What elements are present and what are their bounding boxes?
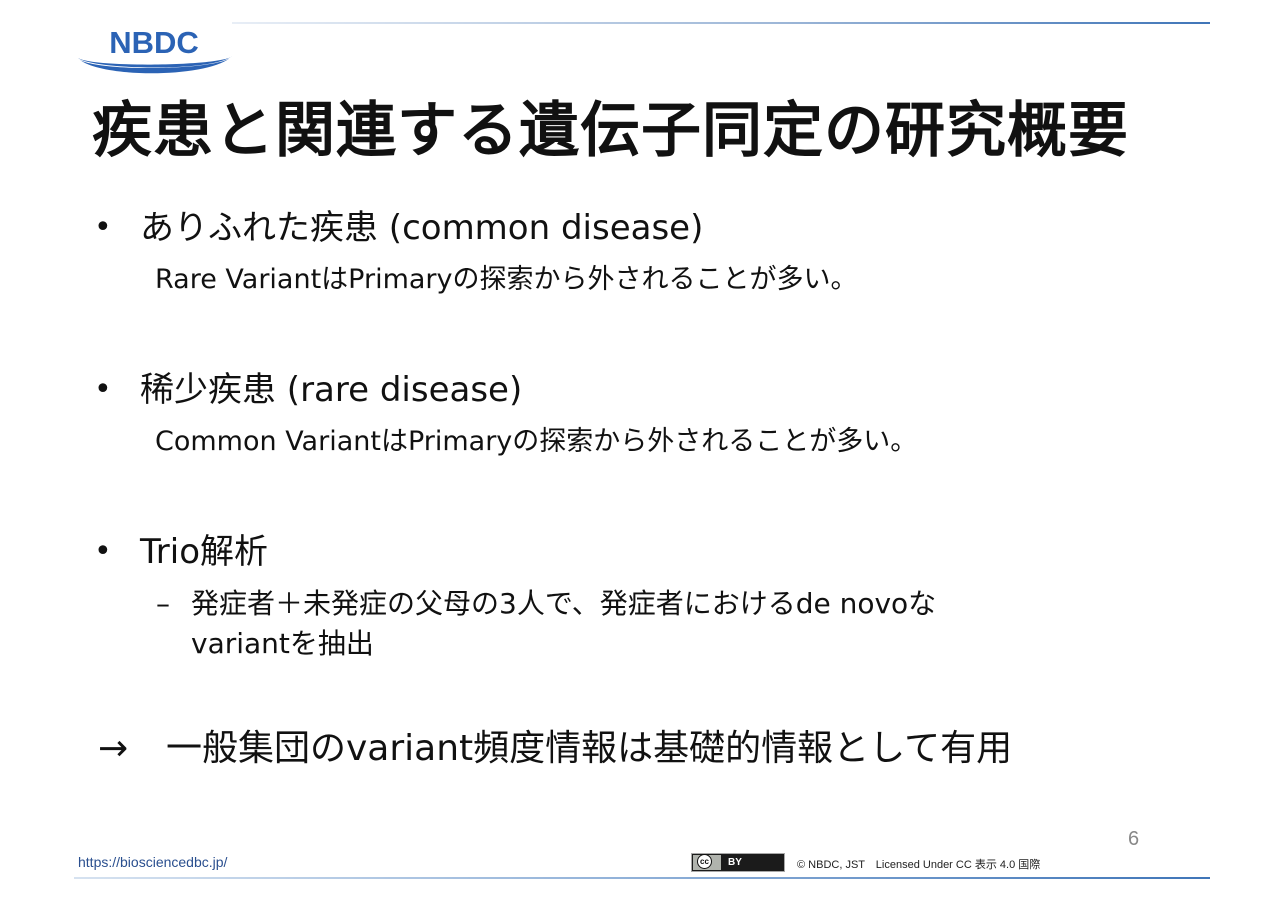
bullet-common-disease-detail: Rare VariantはPrimaryの探索から外されることが多い。	[155, 264, 858, 295]
cc-by-label: BY	[728, 857, 742, 868]
license-text: © NBDC, JST Licensed Under CC 表示 4.0 国際	[797, 859, 1041, 871]
bullet-rare-disease-detail: Common VariantはPrimaryの探索から外されることが多い。	[155, 426, 918, 457]
bullet-marker: •	[94, 534, 112, 569]
bullet-text: 稀少疾患 (rare disease)	[140, 370, 523, 410]
header-rule	[232, 22, 1210, 24]
subitem-line-2: variantを抽出	[191, 627, 374, 660]
conclusion-text: 一般集団のvariant頻度情報は基礎的情報として有用	[166, 728, 1013, 769]
page-number: 6	[1128, 828, 1140, 850]
logo-text: NBDC	[109, 25, 199, 60]
creative-commons-icon: cc	[697, 854, 712, 869]
footer-url-link[interactable]: https://biosciencedbc.jp/	[78, 854, 227, 870]
slide-title: 疾患と関連する遺伝子同定の研究概要	[92, 96, 1129, 166]
bullet-text: ありふれた疾患 (common disease)	[140, 208, 704, 248]
bullet-marker: •	[94, 210, 112, 245]
nbdc-logo: NBDC	[74, 22, 234, 78]
dash-marker: –	[156, 587, 170, 620]
slide: NBDC 疾患と関連する遺伝子同定の研究概要 • ありふれた疾患 (common…	[0, 0, 1280, 904]
cc-by-license-badge[interactable]: cc BY	[691, 853, 785, 872]
subitem-line-1: 発症者＋未発症の父母の3人で、発症者におけるde novoな	[191, 587, 937, 620]
bullet-marker: •	[94, 372, 112, 407]
footer-rule	[74, 877, 1210, 879]
right-arrow-icon: →	[98, 728, 129, 769]
nbdc-logo-mark: NBDC	[78, 25, 232, 74]
bullet-text: Trio解析	[140, 532, 268, 572]
